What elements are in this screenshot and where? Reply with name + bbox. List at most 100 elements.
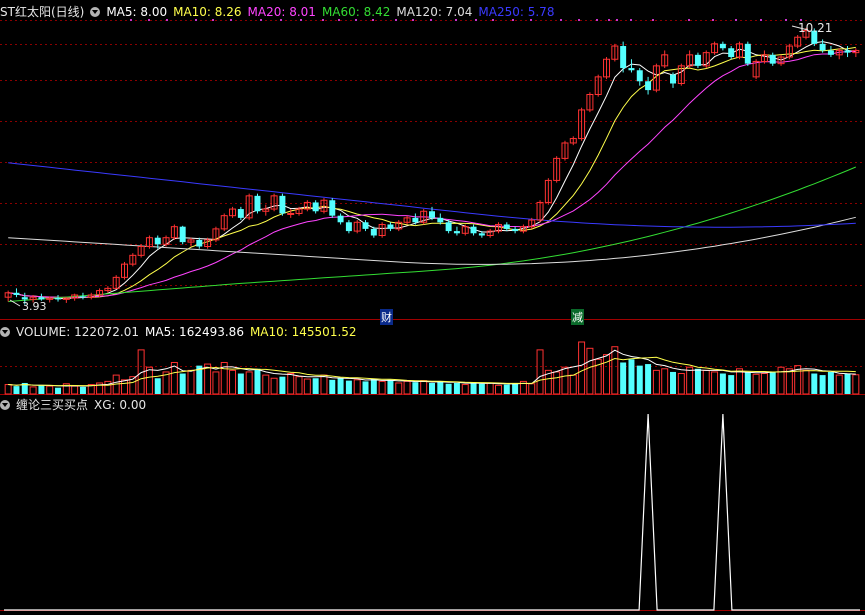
signal-dot bbox=[760, 19, 762, 21]
volume-header: VOLUME: 122072.01 MA5: 162493.86 MA10: 145… bbox=[0, 324, 363, 340]
volume-bar-down bbox=[512, 382, 519, 394]
signal-dot bbox=[652, 19, 654, 21]
finance-marker[interactable]: 财 bbox=[380, 309, 393, 325]
volume-bar-up bbox=[494, 384, 502, 395]
volume-bar-up bbox=[652, 369, 660, 395]
volume-bar-up bbox=[677, 373, 685, 395]
volume-bar-down bbox=[503, 384, 510, 394]
volume-bar-up bbox=[802, 369, 810, 395]
volume-bar-down bbox=[645, 364, 652, 394]
volume-bar-down bbox=[370, 379, 377, 394]
candle-down bbox=[478, 233, 485, 236]
candle-down bbox=[312, 202, 319, 212]
volume-bar-up bbox=[686, 366, 694, 395]
volume-dropdown-icon[interactable] bbox=[0, 327, 10, 337]
candle-down bbox=[512, 228, 519, 232]
signal-dot bbox=[608, 19, 610, 21]
reduce-marker[interactable]: 减 bbox=[571, 309, 584, 325]
volume-bar-up bbox=[262, 374, 270, 395]
volume-bar-up bbox=[187, 369, 195, 395]
volume-bar-up bbox=[852, 374, 860, 395]
candle-down bbox=[445, 222, 452, 232]
volume-bar-down bbox=[345, 380, 352, 394]
volume-bar-up bbox=[736, 368, 743, 395]
candle-down bbox=[279, 195, 286, 214]
volume-bar-down bbox=[254, 368, 261, 394]
signal-name: 缠论三买买点 bbox=[16, 398, 89, 412]
candle-down bbox=[470, 226, 477, 234]
candle-down bbox=[154, 237, 161, 245]
candle-down bbox=[345, 222, 352, 232]
signal-dot bbox=[630, 19, 632, 21]
candle-down bbox=[362, 222, 369, 229]
volume-bar-down bbox=[55, 387, 62, 394]
volume-bar-down bbox=[478, 383, 485, 394]
candle-down bbox=[503, 224, 510, 229]
candle-down bbox=[769, 54, 776, 64]
signal-value: XG: 0.00 bbox=[94, 398, 147, 412]
ma20-label: MA20: 8.01 bbox=[247, 5, 316, 19]
volume-bar-up bbox=[835, 374, 843, 395]
signal-dropdown-icon[interactable] bbox=[0, 400, 10, 410]
volume-bar-up bbox=[486, 382, 494, 395]
volume-bar-down bbox=[429, 382, 435, 394]
volume-bar-down bbox=[728, 375, 735, 394]
candle-down bbox=[819, 43, 826, 51]
volume-bar-down bbox=[744, 371, 751, 394]
volume-bar-down bbox=[844, 373, 851, 394]
volume-bar-up bbox=[561, 366, 569, 395]
volume-bar-down bbox=[179, 373, 186, 394]
volume-bar-up bbox=[229, 369, 237, 395]
dropdown-icon[interactable] bbox=[90, 7, 101, 17]
chart-canvas[interactable] bbox=[0, 0, 865, 615]
volume-bar-up bbox=[403, 380, 411, 395]
candle-up bbox=[287, 212, 295, 215]
volume-bar-up bbox=[29, 386, 37, 395]
candle-down bbox=[79, 296, 86, 298]
candle-down bbox=[196, 239, 203, 247]
volume-bar-down bbox=[694, 368, 701, 394]
candle-down bbox=[429, 211, 435, 218]
volume-bar-up bbox=[4, 384, 12, 395]
volume-bar-up bbox=[752, 373, 760, 395]
volume-bar-up bbox=[145, 366, 153, 395]
candle-down bbox=[636, 70, 643, 82]
volume-bar-up bbox=[46, 385, 54, 395]
candle-down bbox=[254, 195, 261, 212]
signal-dot bbox=[688, 19, 690, 21]
signal-dot bbox=[735, 19, 737, 21]
volume-bar-down bbox=[279, 376, 286, 394]
signal-dot bbox=[712, 19, 714, 21]
signal-header: 缠论三买买点 XG: 0.00 bbox=[0, 397, 152, 413]
signal-dot bbox=[578, 19, 580, 21]
candle-down bbox=[237, 209, 244, 218]
volume-bar-down bbox=[620, 362, 627, 394]
candle-down bbox=[719, 43, 726, 49]
volume-bar-up bbox=[295, 376, 303, 395]
volume-bar-up bbox=[71, 385, 79, 395]
volume-bar-down bbox=[811, 373, 818, 394]
volume-bar-down bbox=[437, 381, 444, 394]
volume-bar-up bbox=[270, 377, 278, 395]
candle-down bbox=[744, 43, 751, 64]
ma5-label: MA5: 8.00 bbox=[106, 5, 168, 19]
volume-bar-down bbox=[628, 359, 635, 394]
volume-bar-down bbox=[362, 381, 369, 394]
volume-bar-up bbox=[353, 379, 361, 395]
volume-bar-up bbox=[702, 369, 710, 395]
candle-down bbox=[670, 74, 677, 84]
volume-bar-up bbox=[528, 383, 536, 395]
volume-bar-down bbox=[337, 378, 344, 394]
price-header: ST红太阳(日线) MA5: 8.00 MA10: 8.26 MA20: 8.01 MA… bbox=[0, 4, 560, 20]
volume-bar-up bbox=[785, 368, 793, 395]
ma250-label: MA250: 5.78 bbox=[478, 5, 555, 19]
volume-value: VOLUME: 122072.01 bbox=[16, 325, 139, 339]
volume-bar-down bbox=[329, 379, 336, 394]
candle-down bbox=[179, 226, 186, 243]
volume-bar-down bbox=[13, 386, 20, 394]
volume-bar-up bbox=[303, 378, 311, 395]
volume-bar-down bbox=[670, 371, 677, 394]
volume-bar-down bbox=[79, 386, 86, 394]
volume-bar-up bbox=[711, 371, 719, 395]
volume-bar-up bbox=[760, 373, 768, 395]
